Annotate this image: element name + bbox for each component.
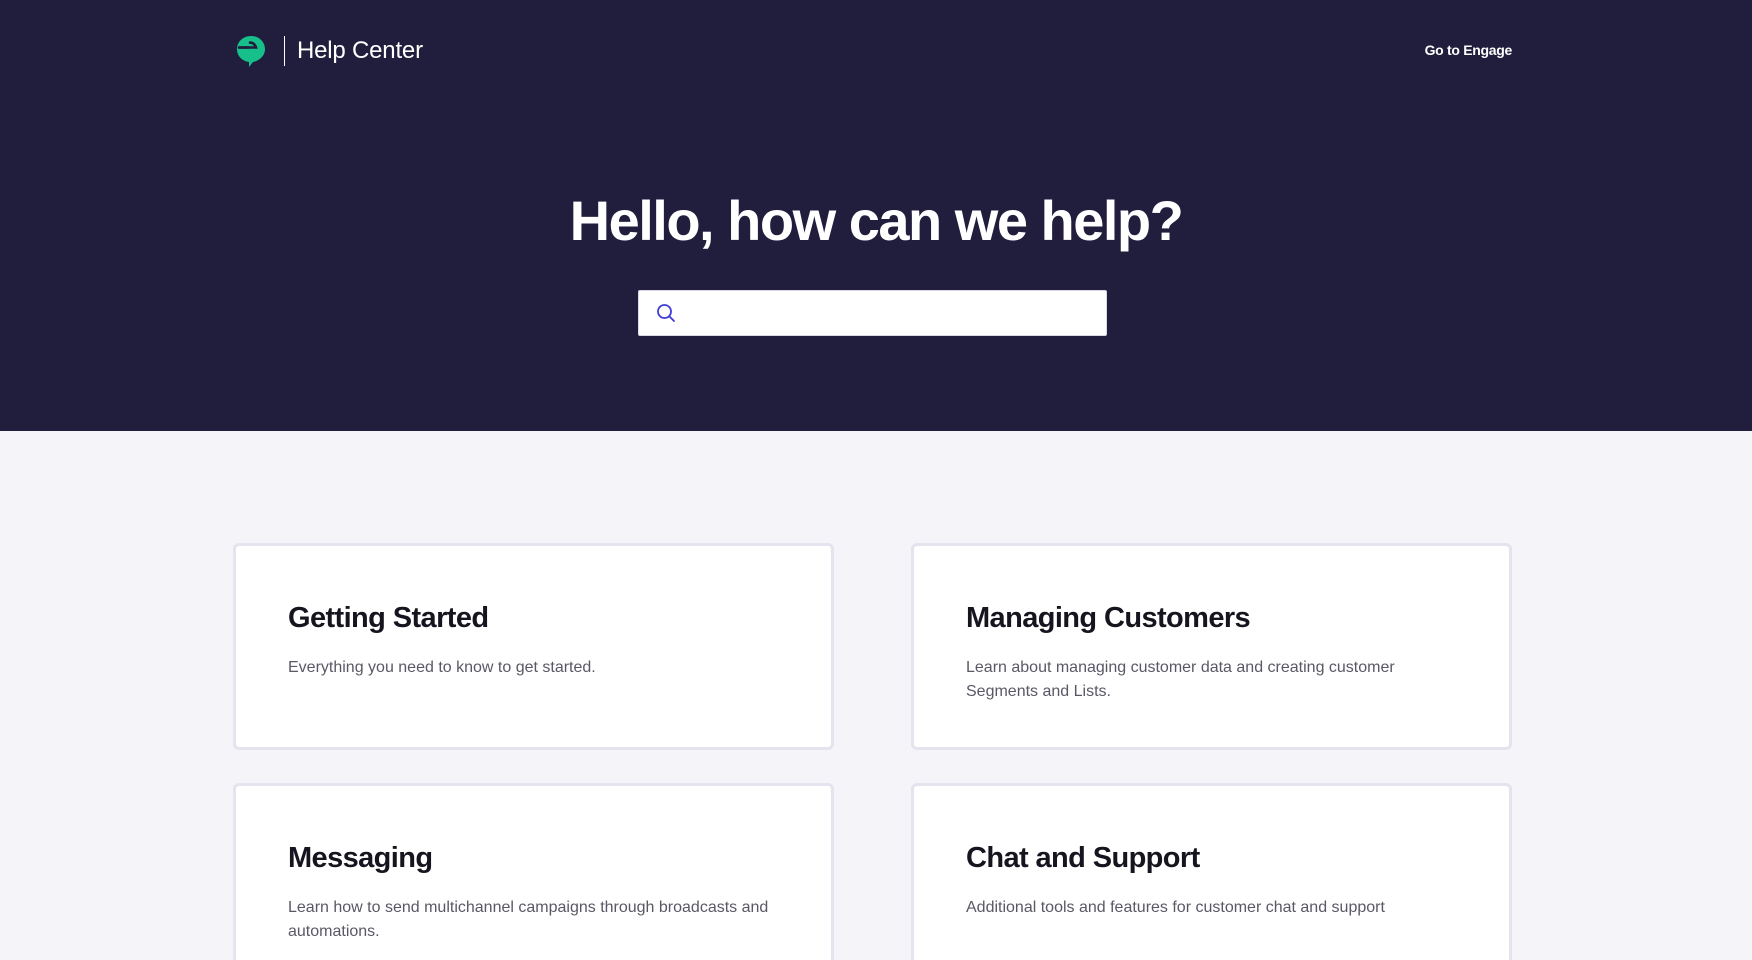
category-title: Chat and Support [966,842,1200,874]
category-card-chat-and-support[interactable]: Chat and Support Additional tools and fe… [911,783,1512,960]
category-description: Learn how to send multichannel campaigns… [288,899,769,940]
brand-title[interactable]: Help Center [297,37,423,65]
engage-speech-bubble-icon [237,36,265,67]
brand[interactable]: Help Center [236,34,423,68]
category-card-managing-customers[interactable]: Managing Customers Learn about managing … [911,543,1512,750]
category-title: Managing Customers [966,602,1251,634]
search-box[interactable] [638,290,1107,336]
brand-divider [284,36,285,66]
search-icon [657,304,675,322]
page-title: Hello, how can we help? [569,189,1184,252]
category-card-getting-started[interactable]: Getting Started Everything you need to k… [233,543,834,750]
category-card-messaging[interactable]: Messaging Learn how to send multichannel… [233,783,834,960]
category-description: Additional tools and features for custom… [966,899,1385,916]
category-description: Learn about managing customer data and c… [966,659,1395,700]
category-description: Everything you need to know to get start… [288,659,596,676]
top-navigation: Help Center Go to Engage [236,34,1512,68]
hero-banner: Help Center Go to Engage Hello, how can … [0,0,1752,431]
search-input[interactable] [687,291,1097,335]
category-title: Messaging [288,842,433,874]
category-title: Getting Started [288,602,489,634]
go-to-engage-link[interactable]: Go to Engage [1425,42,1513,58]
